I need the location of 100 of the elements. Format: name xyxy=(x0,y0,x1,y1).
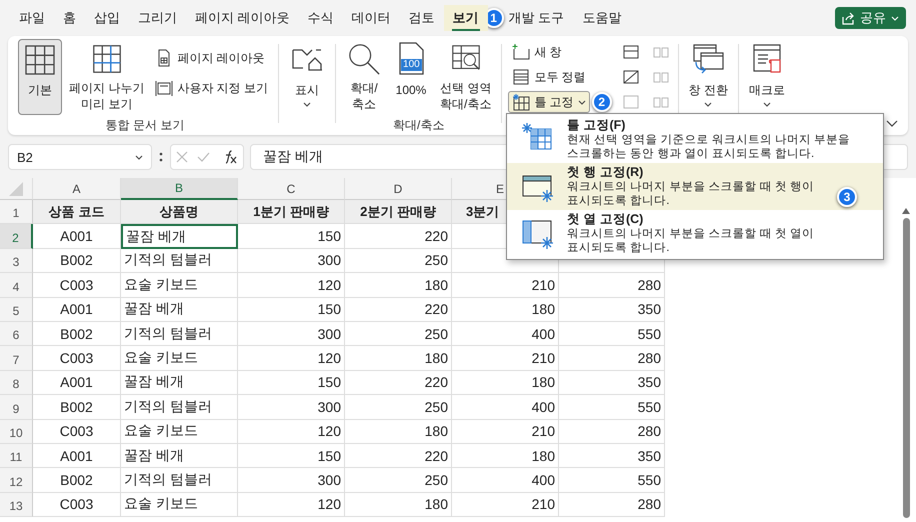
table-cell: 150 xyxy=(238,370,345,396)
menu-item[interactable]: 첫 행 고정(R) 워크시트의 나머지 부분을 스크롤할 때 첫 행이 표시되도록 합니다. 3 xyxy=(507,163,883,210)
freeze-first-column-icon xyxy=(522,220,554,250)
unhide-icon xyxy=(622,93,640,111)
ribbon-button[interactable]: 사용자 지정 보기 xyxy=(151,77,272,99)
ribbon-button[interactable]: 페이지 레이아웃 xyxy=(151,47,272,69)
row-header[interactable]: 4 xyxy=(0,273,33,298)
table-cell: 120 xyxy=(238,420,345,444)
menu-tab[interactable]: 도움말 xyxy=(573,5,630,31)
menu-tab[interactable]: 페이지 레이아웃 xyxy=(186,5,299,31)
table-cell: 220 xyxy=(345,370,452,396)
header-cell: 상품 코드 xyxy=(33,200,121,224)
table-cell: C003 xyxy=(33,420,121,444)
table-cell: C003 xyxy=(33,273,121,298)
table-cell: 220 xyxy=(345,224,452,249)
table-cell: 기적의 텀블러 xyxy=(121,322,238,346)
menu-tab[interactable]: 데이터 xyxy=(342,5,400,31)
dropdown-icon xyxy=(135,154,143,160)
new-window-icon xyxy=(512,43,530,61)
ribbon-button[interactable]: 확대/ 축소 xyxy=(342,39,386,115)
cancel-icon[interactable] xyxy=(176,151,188,163)
chevron-icon xyxy=(578,100,586,104)
table-cell: 120 xyxy=(238,492,345,518)
row-header[interactable]: 6 xyxy=(0,322,33,346)
zoom-icon xyxy=(346,42,382,76)
column-header[interactable]: D xyxy=(345,178,452,200)
row-header[interactable]: 11 xyxy=(0,444,33,468)
menu-tab[interactable]: 수식 xyxy=(298,5,343,31)
column-header[interactable]: B xyxy=(121,178,238,200)
table-cell: 꿀잠 베개 xyxy=(121,370,238,396)
row-header[interactable]: 1 xyxy=(0,200,33,224)
row-header[interactable]: 10 xyxy=(0,420,33,444)
cell-reference: B2 xyxy=(17,150,33,164)
row-header[interactable]: 5 xyxy=(0,298,33,322)
table-cell: A001 xyxy=(33,370,121,396)
table-cell: 250 xyxy=(345,468,452,493)
scroll-up-icon[interactable] xyxy=(902,208,910,214)
menu-tab[interactable]: 검토 xyxy=(400,5,444,31)
ribbon-button[interactable]: 표시 xyxy=(285,39,330,115)
table-cell: 기적의 텀블러 xyxy=(121,395,238,420)
ribbon-button[interactable]: 모두 정렬 xyxy=(508,66,612,88)
collapse-ribbon-icon[interactable] xyxy=(886,120,898,127)
step-badge: 2 xyxy=(592,92,612,112)
row-header[interactable]: 9 xyxy=(0,395,33,420)
header-cell: 상품명 xyxy=(121,200,238,224)
ribbon-button[interactable]: 새 창 xyxy=(508,41,612,63)
chevron-icon xyxy=(763,102,772,107)
table-cell: 요술 키보드 xyxy=(121,420,238,444)
page-break-icon xyxy=(92,45,121,73)
share-button[interactable]: 공유 xyxy=(835,7,906,29)
menu-tab[interactable]: 홈 xyxy=(54,5,85,31)
group-label: 통합 문서 보기 xyxy=(104,117,186,134)
ribbon-button[interactable]: 선택 영역 확대/축소 xyxy=(436,39,496,115)
menu-item[interactable]: 틀 고정(F) 현재 선택 영역을 기준으로 워크시트의 나머지 부분을 스크롤하는 동안 행과 열이 표시되도록 합니다. xyxy=(507,116,883,163)
table-cell: 기적의 텀블러 xyxy=(121,468,238,493)
row-header[interactable]: 13 xyxy=(0,492,33,518)
table-cell: 150 xyxy=(238,444,345,468)
row-header[interactable]: 7 xyxy=(0,346,33,371)
ribbon-button[interactable]: 매크로 xyxy=(745,39,790,115)
column-header[interactable]: C xyxy=(238,178,345,200)
hide-icon xyxy=(622,68,640,86)
table-cell: A001 xyxy=(33,224,121,249)
freeze-panes-icon xyxy=(521,122,552,150)
table-cell: B002 xyxy=(33,322,121,346)
chevron-icon xyxy=(891,16,899,20)
ribbon-button[interactable]: 창 전환 xyxy=(684,39,732,115)
arrange-icon xyxy=(512,68,530,86)
header-cell: 1분기 판매량 xyxy=(238,200,345,224)
ribbon-button[interactable]: 페이지 나누기 미리 보기 xyxy=(65,39,148,115)
table-cell: 300 xyxy=(238,322,345,346)
table-cell: 180 xyxy=(345,273,452,298)
row-header[interactable]: 8 xyxy=(0,370,33,396)
menu-tab[interactable]: 그리기 xyxy=(129,5,186,31)
row-header[interactable]: 2 xyxy=(0,224,33,249)
check-icon[interactable] xyxy=(197,152,210,162)
menu-tab[interactable]: 보기 xyxy=(444,5,488,31)
row-header[interactable]: 12 xyxy=(0,468,33,493)
name-box[interactable]: B2 xyxy=(8,144,152,170)
menu-tab[interactable]: 삽입 xyxy=(85,5,129,31)
table-cell: 210 xyxy=(452,420,559,444)
table-cell: 180 xyxy=(452,444,559,468)
table-cell: 210 xyxy=(452,492,559,518)
table-cell: 꿀잠 베개 xyxy=(121,444,238,468)
chevron-icon xyxy=(303,102,312,107)
ribbon-button[interactable]: 기본 xyxy=(18,39,62,115)
column-header[interactable]: A xyxy=(33,178,121,200)
freeze-panes-button[interactable]: 틀 고정 xyxy=(508,91,590,113)
table-cell: C003 xyxy=(33,346,121,371)
table-cell: 220 xyxy=(345,298,452,322)
more-icon[interactable] xyxy=(158,150,164,164)
table-cell: 300 xyxy=(238,468,345,493)
row-header[interactable]: 3 xyxy=(0,248,33,274)
ribbon-button[interactable]: 100 100% xyxy=(389,39,434,115)
table-cell: 210 xyxy=(452,346,559,371)
share-icon xyxy=(842,12,855,24)
table-cell: 400 xyxy=(452,468,559,493)
table-cell: 요술 키보드 xyxy=(121,492,238,518)
menu-tab[interactable]: 파일 xyxy=(10,5,54,31)
table-cell: 120 xyxy=(238,346,345,371)
freeze-grid-icon xyxy=(512,93,530,111)
